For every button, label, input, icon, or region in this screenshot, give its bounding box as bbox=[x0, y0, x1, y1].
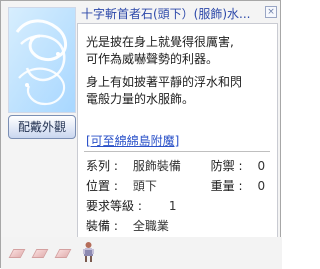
description-line: 光是披在身上就覺得很厲害, bbox=[86, 35, 234, 49]
description-text: 光是披在身上就覺得很厲害, 可作為威嚇聲勢的利器。 身上有如披著平靜的浮水和閃 … bbox=[86, 34, 272, 108]
position-label: 位置 : bbox=[86, 179, 118, 193]
separator bbox=[84, 151, 270, 152]
type-label: 系列 : bbox=[86, 159, 118, 173]
item-stats: 系列 : 服飾裝備 防禦 : 0 位置 : 頭下 重量 : 0 要求等級 : 1… bbox=[86, 156, 276, 236]
required-level-label: 要求等級 : bbox=[86, 199, 142, 213]
wear-appearance-button[interactable]: 配戴外觀 bbox=[8, 115, 76, 139]
type-value: 服飾裝備 bbox=[132, 159, 181, 173]
stats-row: 要求等級 : 1 bbox=[86, 196, 276, 216]
stats-row: 裝備 : 全職業 bbox=[86, 216, 276, 236]
description-line: 可作為威嚇聲勢的利器。 bbox=[86, 52, 219, 66]
character-icon bbox=[83, 242, 94, 262]
required-level-value: 1 bbox=[168, 199, 177, 213]
defense-value: 0 bbox=[257, 159, 266, 173]
item-title: 十字斬首者石(頭下）(服飾)水... bbox=[81, 7, 251, 21]
diamond-icon bbox=[54, 249, 72, 258]
close-icon[interactable]: × bbox=[265, 6, 277, 18]
item-info-window: 配戴外觀 十字斬首者石(頭下）(服飾)水... × 光是披在身上就覺得很厲害, … bbox=[0, 0, 282, 269]
equip-value: 全職業 bbox=[132, 219, 169, 233]
item-image-panel bbox=[8, 7, 76, 113]
stats-row: 系列 : 服飾裝備 防禦 : 0 bbox=[86, 156, 276, 176]
weight-label: 重量 : bbox=[210, 179, 243, 193]
item-image-icon bbox=[9, 8, 75, 112]
stats-row: 位置 : 頭下 重量 : 0 bbox=[86, 176, 276, 196]
diamond-icon bbox=[8, 249, 26, 258]
description-line: 身上有如披著平靜的浮水和閃 bbox=[86, 75, 243, 89]
description-line: 電般力量的水服飾。 bbox=[86, 92, 195, 106]
description-panel: 光是披在身上就覺得很厲害, 可作為威嚇聲勢的利器。 身上有如披著平靜的浮水和閃 … bbox=[77, 23, 278, 255]
defense-label: 防禦 : bbox=[210, 159, 243, 173]
weight-value: 0 bbox=[257, 179, 266, 193]
position-value: 頭下 bbox=[132, 179, 157, 193]
equip-label: 裝備 : bbox=[86, 219, 118, 233]
bottom-toolbar bbox=[1, 237, 282, 269]
diamond-icon bbox=[31, 249, 49, 258]
enchant-link[interactable]: [可至綿綿島附魔] bbox=[86, 134, 262, 149]
